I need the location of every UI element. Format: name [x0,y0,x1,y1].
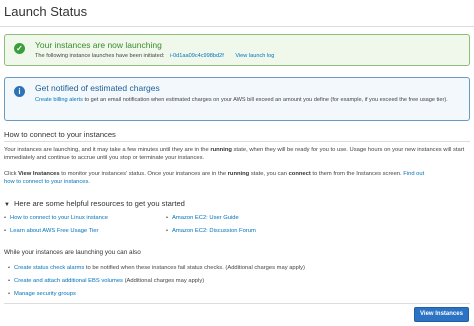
page-header: Launch Status [0,0,474,27]
manage-security-groups-link[interactable]: Manage security groups [14,291,76,297]
check-icon: ✓ [14,43,25,54]
success-text: The following instance launches have bee… [35,53,275,59]
while-launching-heading: While your instances are launching you c… [4,249,141,256]
info-icon: i [14,86,25,97]
bullet-icon: • [8,265,11,271]
bullet-icon: • [4,228,7,234]
divider [4,303,470,304]
find-out-link[interactable]: Find out [403,171,424,177]
list-item: • Manage security groups [8,291,76,297]
how-to-connect-link[interactable]: how to connect to your instances. [4,179,90,185]
caret-down-icon: ▼ [4,202,10,208]
list-item: • Create and attach additional EBS volume… [8,278,205,284]
resources-heading[interactable]: ▼ Here are some helpful resources to get … [4,199,185,208]
connect-paragraph-1: Your instances are launching, and it may… [4,147,465,161]
bullet-icon: • [4,215,7,221]
view-instances-button[interactable]: View Instances [414,307,469,322]
create-billing-alerts-link[interactable]: Create billing alerts [35,97,83,103]
divider [4,141,470,142]
create-ebs-volumes-link[interactable]: Create and attach additional EBS volumes [14,278,123,284]
resource-link[interactable]: • How to connect to your Linux instance [4,215,108,221]
bullet-icon: • [8,278,11,284]
info-alert: i Get notified of estimated charges Crea… [4,77,470,121]
list-item: • Create status check alarms to be notifi… [8,265,305,271]
bullet-icon: • [166,215,169,221]
info-text: Create billing alerts to get an email no… [35,97,448,103]
view-launch-log-link[interactable]: View launch log [235,53,274,59]
instance-id-link[interactable]: i-0d1aa09c4c998bd2f [170,53,224,59]
create-status-check-alarms-link[interactable]: Create status check alarms [14,265,84,271]
resource-link[interactable]: • Learn about AWS Free Usage Tier [4,228,98,234]
resource-link[interactable]: • Amazon EC2: User Guide [166,215,239,221]
success-heading: Your instances are now launching [35,40,162,50]
bullet-icon: • [166,228,169,234]
bullet-icon: • [8,291,11,297]
connect-heading: How to connect to your instances [4,130,116,139]
success-alert: ✓ Your instances are now launching The f… [4,34,470,66]
resource-link[interactable]: • Amazon EC2: Discussion Forum [166,228,256,234]
connect-paragraph-2: Click View Instances to monitor your ins… [4,171,425,185]
info-heading: Get notified of estimated charges [35,83,160,93]
page-title: Launch Status [4,4,88,19]
